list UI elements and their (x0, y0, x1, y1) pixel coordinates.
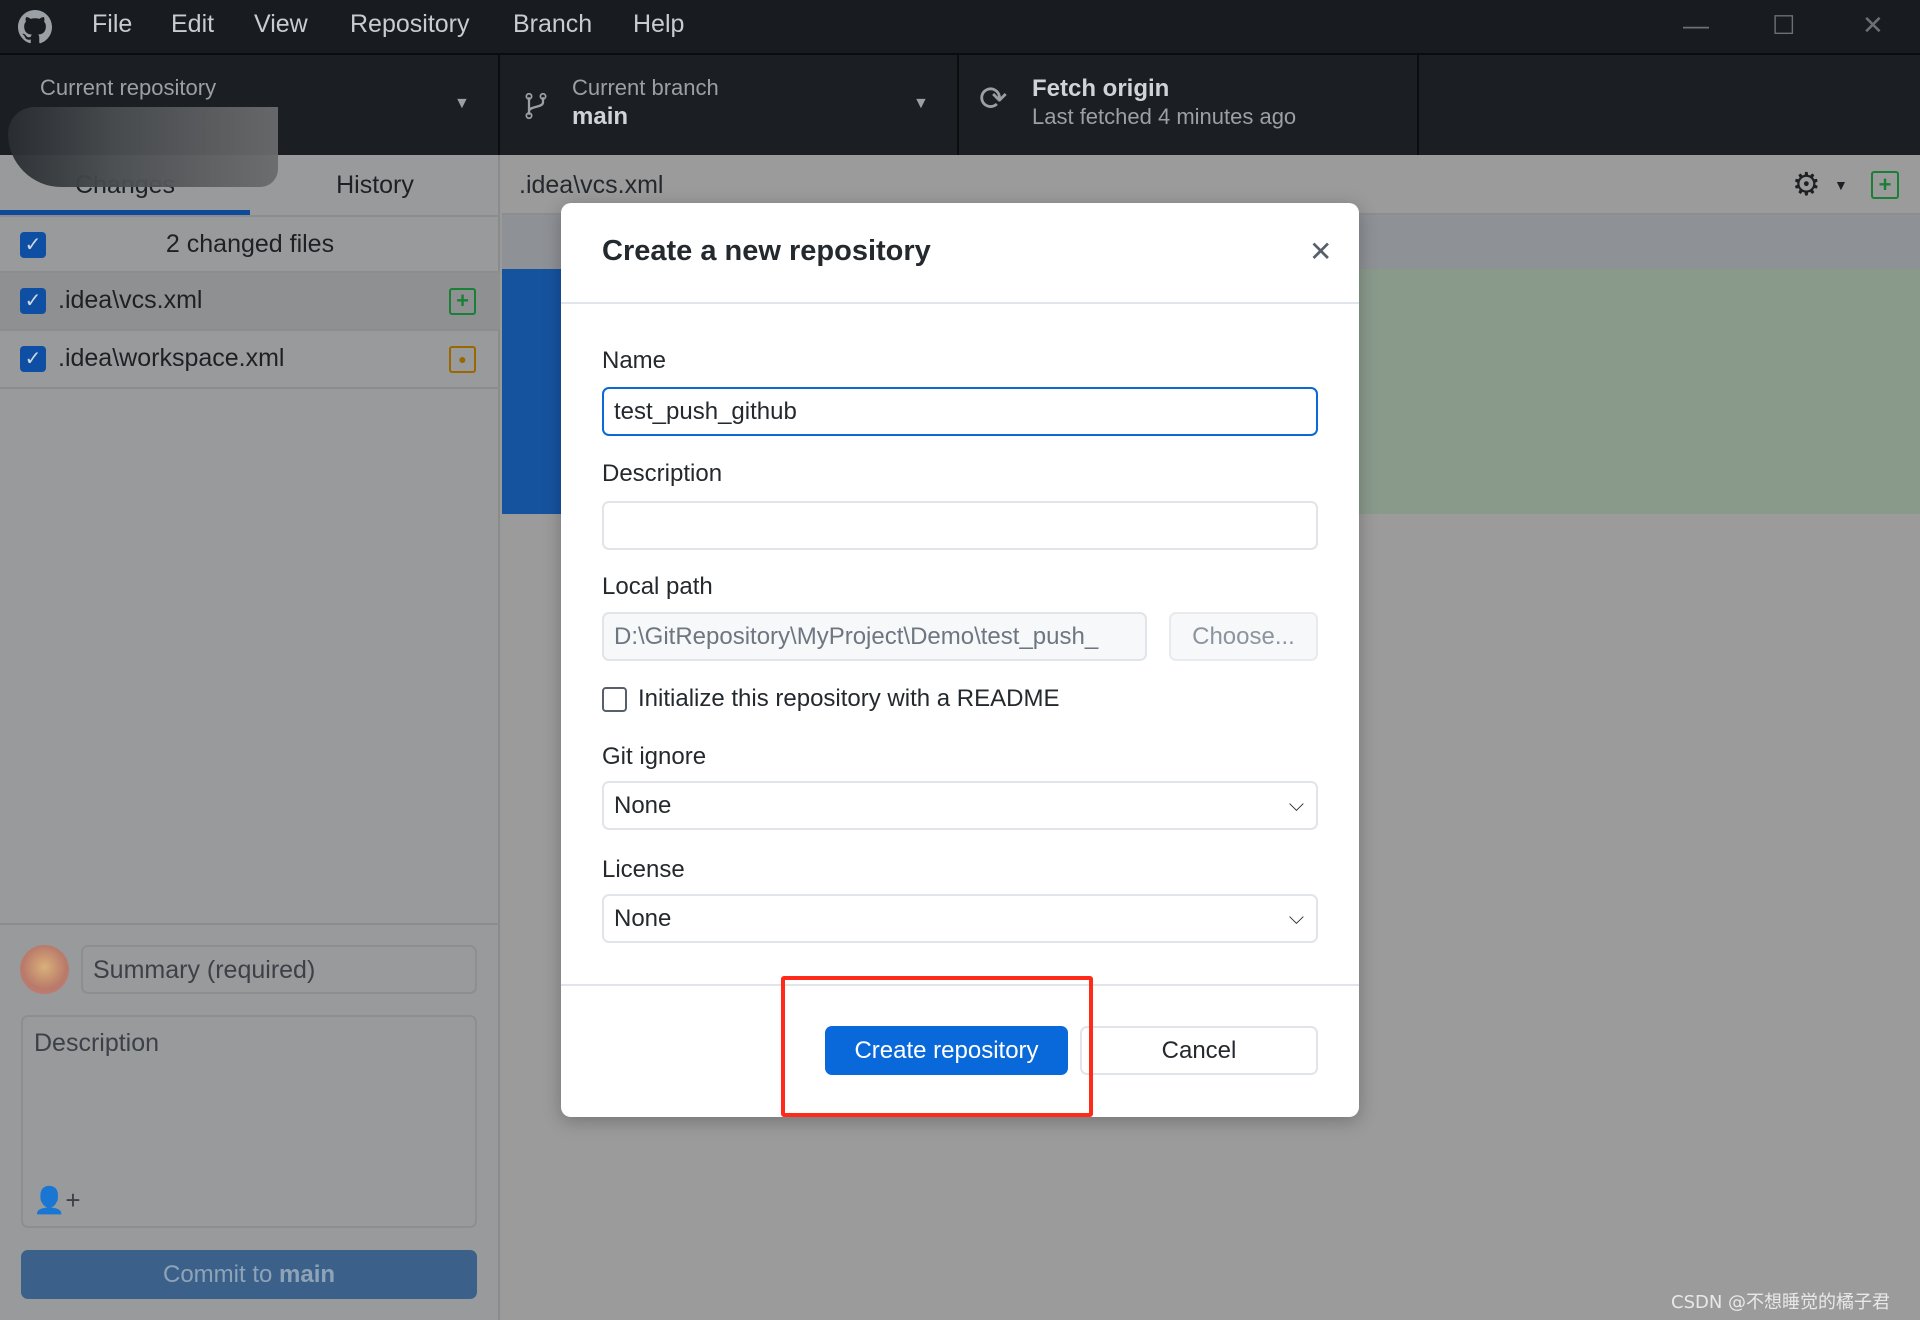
chevron-down-icon: ▼ (454, 95, 470, 112)
menu-file[interactable]: File (92, 10, 132, 39)
branch-label: Current branch (572, 75, 719, 100)
fetch-label: Fetch origin (1032, 75, 1170, 102)
local-path-input[interactable]: D:\GitRepository\MyProject\Demo\test_pus… (602, 612, 1147, 661)
commit-button[interactable]: Commit to main (21, 1250, 477, 1299)
maximize-button[interactable]: ☐ (1772, 10, 1795, 41)
name-input[interactable]: test_push_github (602, 387, 1318, 436)
redaction-mosaic (8, 107, 278, 187)
changed-files-header: ✓ 2 changed files (0, 215, 500, 273)
menu-repository[interactable]: Repository (350, 10, 470, 39)
dialog-title: Create a new repository (602, 235, 931, 267)
file-checkbox[interactable]: ✓ (20, 346, 46, 372)
sync-icon: ⟳ (979, 80, 1008, 118)
commit-label: Commit to (162, 1261, 279, 1288)
local-path-label: Local path (602, 573, 713, 600)
file-row[interactable]: ✓ .idea\workspace.xml ● (0, 331, 500, 389)
file-checkbox[interactable]: ✓ (20, 288, 46, 314)
diff-file-path: .idea\vcs.xml (519, 171, 664, 199)
summary-input[interactable]: Summary (required) (81, 945, 477, 994)
cancel-button[interactable]: Cancel (1080, 1026, 1318, 1075)
chevron-down-icon: ▼ (913, 95, 929, 112)
divider (0, 923, 500, 925)
close-icon[interactable]: ✕ (1309, 235, 1332, 268)
branch-name: main (572, 103, 629, 130)
license-value: None (614, 905, 672, 932)
gitignore-value: None (614, 792, 672, 819)
branch-icon (525, 92, 547, 120)
changed-files-count: 2 changed files (165, 230, 335, 258)
close-window-button[interactable]: ✕ (1862, 10, 1884, 41)
chevron-down-icon: ⌵ (1288, 907, 1304, 929)
file-name: .idea\workspace.xml (58, 344, 285, 372)
file-name: .idea\vcs.xml (58, 286, 203, 314)
chevron-down-icon[interactable]: ▼ (1834, 177, 1848, 193)
gear-icon[interactable]: ⚙ (1792, 165, 1821, 203)
github-logo-icon (18, 10, 52, 44)
highlight-annotation (781, 976, 1093, 1117)
menu-help[interactable]: Help (633, 10, 684, 39)
description-textarea[interactable]: Description 👤+ (21, 1015, 477, 1228)
repository-selector[interactable]: Current repository ▼ (0, 55, 500, 187)
fetch-origin-button[interactable]: ⟳ Fetch origin Last fetched 4 minutes ag… (959, 55, 1419, 155)
added-icon: + (1871, 171, 1899, 199)
toolbar: Current repository ▼ Current branch main… (0, 55, 1920, 187)
title-bar: File Edit View Repository Branch Help — … (0, 0, 1920, 55)
gitignore-label: Git ignore (602, 743, 707, 770)
branch-selector[interactable]: Current branch main ▼ (500, 55, 959, 155)
watermark: CSDN @不想睡觉的橘子君 (1671, 1292, 1891, 1313)
license-select[interactable]: None ⌵ (602, 894, 1318, 943)
choose-button[interactable]: Choose... (1169, 612, 1318, 661)
menu-view[interactable]: View (254, 10, 308, 39)
menu-branch[interactable]: Branch (513, 10, 592, 39)
tab-history[interactable]: History (250, 155, 500, 215)
description-label: Description (602, 460, 723, 487)
avatar (20, 945, 69, 994)
divider (561, 302, 1359, 304)
gitignore-select[interactable]: None ⌵ (602, 781, 1318, 830)
diff-gutter-selected[interactable] (502, 269, 562, 514)
description-input[interactable] (602, 501, 1318, 550)
sidebar: Changes History ✓ 2 changed files ✓ .ide… (0, 155, 500, 1320)
menu-edit[interactable]: Edit (171, 10, 214, 39)
readme-label[interactable]: Initialize this repository with a README (638, 685, 1059, 713)
description-placeholder: Description (34, 1029, 160, 1057)
minimize-button[interactable]: — (1683, 10, 1709, 41)
license-label: License (602, 856, 685, 883)
repository-label: Current repository (40, 75, 217, 100)
name-label: Name (602, 347, 667, 374)
added-icon: + (449, 288, 476, 315)
modified-icon: ● (449, 346, 476, 373)
add-coauthor-icon[interactable]: 👤+ (33, 1185, 81, 1216)
commit-branch: main (279, 1261, 336, 1288)
fetch-status: Last fetched 4 minutes ago (1032, 104, 1297, 129)
readme-checkbox[interactable] (602, 687, 627, 712)
file-row[interactable]: ✓ .idea\vcs.xml + (0, 273, 500, 331)
chevron-down-icon: ⌵ (1288, 794, 1304, 816)
